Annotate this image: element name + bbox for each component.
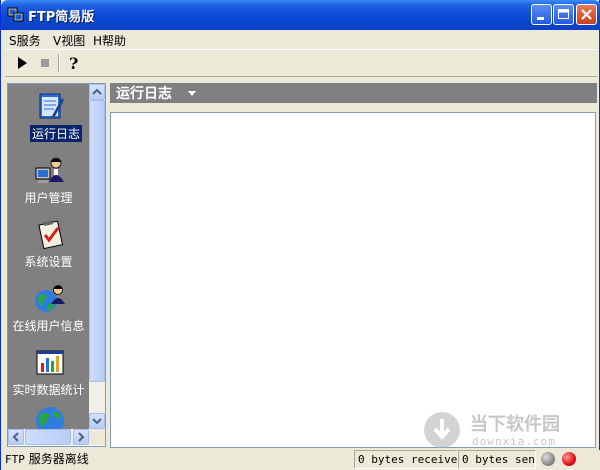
- start-button[interactable]: [13, 54, 31, 72]
- help-button[interactable]: ?: [66, 54, 84, 73]
- panel-title: 运行日志: [116, 86, 172, 102]
- svg-text:?: ?: [69, 54, 78, 72]
- stop-button[interactable]: [36, 54, 54, 72]
- chevron-up-icon: [92, 88, 102, 95]
- vertical-scroll-thumb[interactable]: [89, 100, 105, 382]
- status-text: 服务器离线: [28, 452, 89, 466]
- toolbar-separator: [58, 54, 60, 72]
- log-notepad-icon: [39, 93, 64, 119]
- menu-view[interactable]: V视图: [51, 32, 87, 49]
- scroll-right-button[interactable]: [73, 429, 89, 445]
- download-badge-icon: [424, 412, 460, 448]
- status-message: FTP 服务器离线: [5, 450, 89, 469]
- menu-service[interactable]: S服务: [7, 32, 43, 49]
- bytes-sent: 0 bytes sent: [462, 453, 536, 466]
- menu-help[interactable]: H帮助: [91, 32, 128, 49]
- status-led-red: [562, 452, 576, 466]
- sidebar: 运行日志 用户管理 系统设置 在线用户信息 实时数据统计: [7, 83, 106, 447]
- statistics-chart-icon: [36, 350, 64, 375]
- bytes-received: 0 bytes received: [358, 453, 458, 466]
- sidebar-item-label: 在线用户信息: [12, 319, 85, 333]
- sidebar-item-online-users[interactable]: 在线用户信息: [8, 280, 89, 340]
- scroll-left-button[interactable]: [8, 429, 24, 445]
- sidebar-item-label: 用户管理: [24, 191, 73, 205]
- minimize-icon: [537, 17, 544, 20]
- sidebar-item-system-settings[interactable]: 系统设置: [8, 216, 89, 276]
- scroll-down-button[interactable]: [89, 413, 105, 429]
- menu-bar: S服务 V视图 H帮助: [5, 30, 597, 49]
- status-bar: FTP 服务器离线 0 bytes received 0 bytes sent: [1, 450, 600, 470]
- chevron-left-icon: [12, 432, 19, 442]
- stop-icon: [41, 59, 49, 67]
- ftp-app-icon: [7, 7, 24, 22]
- window-title: FTP简易版: [28, 10, 95, 25]
- run-log-area[interactable]: [110, 112, 596, 448]
- status-led-gray: [541, 452, 555, 466]
- sidebar-horizontal-scrollbar[interactable]: [8, 429, 89, 445]
- help-question-icon: ?: [69, 54, 78, 73]
- scroll-up-button[interactable]: [89, 84, 105, 100]
- app-window: FTP简易版 S服务 V视图 H帮助 ? 运行日志 用户管理 系统设置 在线用户…: [0, 0, 600, 470]
- sidebar-item-globe[interactable]: [8, 404, 89, 429]
- user-management-icon: [35, 157, 64, 183]
- panel-header[interactable]: 运行日志: [110, 83, 597, 103]
- status-prefix: FTP: [5, 453, 25, 466]
- scroll-corner: [89, 429, 105, 445]
- sidebar-item-label: 运行日志: [30, 125, 83, 142]
- sidebar-item-user-management[interactable]: 用户管理: [8, 152, 89, 212]
- caret-down-icon[interactable]: [188, 91, 196, 96]
- watermark-url: downxia.com: [472, 435, 556, 448]
- watermark: 当下软件园 downxia.com: [422, 410, 582, 454]
- online-user-globe-icon: [35, 285, 65, 312]
- globe-icon: [36, 407, 64, 429]
- horizontal-scroll-thumb[interactable]: [25, 429, 71, 445]
- maximize-icon: [558, 9, 569, 19]
- settings-clipboard-icon: [38, 220, 64, 250]
- bytes-received-pane: 0 bytes received: [354, 450, 458, 469]
- bytes-sent-pane: 0 bytes sent: [458, 450, 536, 469]
- close-button[interactable]: [576, 4, 597, 25]
- sidebar-item-realtime-stats[interactable]: 实时数据统计: [8, 344, 89, 404]
- chevron-down-icon: [92, 418, 102, 425]
- toolbar: ?: [5, 49, 597, 77]
- chevron-right-icon: [78, 432, 85, 442]
- close-icon: [581, 9, 592, 20]
- sidebar-list: 运行日志 用户管理 系统设置 在线用户信息 实时数据统计: [8, 84, 89, 429]
- sidebar-vertical-scrollbar[interactable]: [89, 84, 105, 429]
- minimize-button[interactable]: [531, 4, 552, 25]
- sidebar-item-run-log[interactable]: 运行日志: [8, 88, 89, 148]
- watermark-text: 当下软件园: [470, 414, 560, 435]
- sidebar-item-label: 系统设置: [24, 255, 73, 269]
- maximize-button[interactable]: [553, 4, 574, 25]
- title-bar[interactable]: FTP简易版: [1, 0, 600, 30]
- play-icon: [18, 57, 27, 69]
- sidebar-item-label: 实时数据统计: [12, 383, 85, 397]
